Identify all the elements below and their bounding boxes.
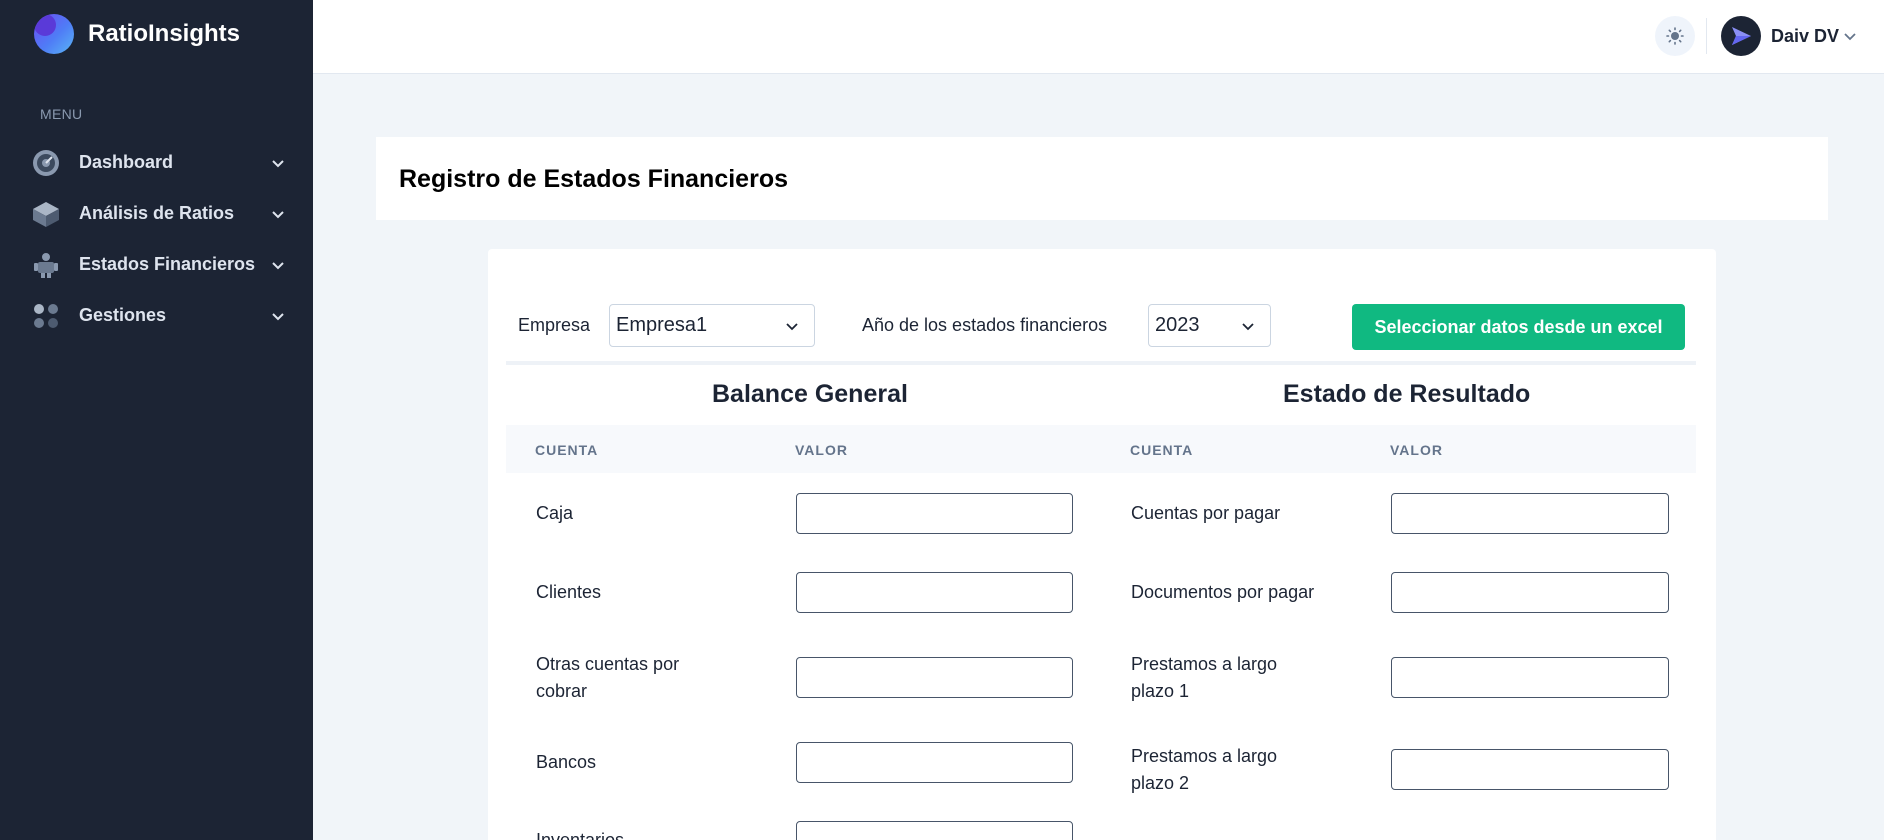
balance-valor-input[interactable] [796, 821, 1073, 840]
sidebar-item-analisis-de-ratios[interactable]: Análisis de Ratios [32, 188, 290, 239]
resultado-col-valor: VALOR [1390, 442, 1443, 458]
resultado-cuenta-label: Prestamos a largo plazo 1 [1131, 654, 1278, 701]
cube-icon [32, 200, 60, 228]
person-icon [32, 251, 60, 279]
resultado-valor-input[interactable] [1391, 749, 1669, 790]
estado-resultado-title: Estado de Resultado [1283, 380, 1531, 408]
resultado-cuenta-label: Cuentas por pagar [1131, 503, 1281, 523]
dashboard-icon [32, 149, 60, 177]
select-from-excel-button[interactable]: Seleccionar datos desde un excel [1352, 304, 1685, 350]
financial-statements-form: Empresa Empresa1 Año de los estados fina… [488, 249, 1716, 840]
balance-valor-input[interactable] [796, 657, 1073, 698]
sidebar-item-gestiones[interactable]: Gestiones [32, 290, 290, 341]
empresa-label: Empresa [518, 315, 591, 335]
anio-label: Año de los estados financieros [862, 315, 1108, 335]
user-name: Daiv DV [1771, 25, 1840, 46]
avatar [1721, 16, 1761, 56]
chevron-down-icon [1242, 323, 1254, 331]
resultado-cuenta-label: Documentos por pagar [1131, 582, 1315, 602]
brand-name: RatioInsights [88, 20, 241, 47]
resultado-valor-input[interactable] [1391, 657, 1669, 698]
balance-valor-input[interactable] [796, 572, 1073, 613]
balance-cuenta-label: Otras cuentas por cobrar [536, 654, 680, 701]
balance-col-cuenta: CUENTA [535, 442, 599, 458]
chevron-down-icon [272, 261, 284, 269]
page-title-card: Registro de Estados Financieros [376, 137, 1828, 220]
sidebar: RatioInsights MENU Dashboard Análisis de… [0, 0, 313, 840]
resultado-valor-input[interactable] [1391, 572, 1669, 613]
top-header: Daiv DV [313, 0, 1884, 74]
balance-cuenta-label: Caja [536, 503, 574, 523]
chevron-down-icon [1844, 33, 1856, 41]
sun-icon [1666, 27, 1684, 45]
resultado-col-cuenta: CUENTA [1130, 442, 1194, 458]
chevron-down-icon [272, 210, 284, 218]
theme-toggle-button[interactable] [1655, 16, 1695, 56]
user-menu[interactable]: Daiv DV [1721, 16, 1857, 56]
header-divider [1706, 18, 1707, 54]
balance-valor-input[interactable] [796, 742, 1073, 783]
balance-general-title: Balance General [712, 380, 908, 408]
table-header: CUENTA VALOR CUENTA VALOR [506, 425, 1696, 473]
anio-select-value: 2023 [1155, 314, 1200, 336]
brand[interactable]: RatioInsights [34, 14, 240, 54]
sidebar-item-label: Gestiones [79, 305, 167, 325]
chevron-down-icon [272, 312, 284, 320]
sidebar-item-dashboard[interactable]: Dashboard [32, 137, 290, 188]
balance-cuenta-label: Bancos [536, 752, 597, 772]
dots-grid-icon [32, 302, 60, 330]
balance-cuenta-label: Clientes [536, 582, 602, 602]
divider [506, 361, 1696, 365]
empresa-select-value: Empresa1 [616, 314, 708, 336]
chevron-down-icon [786, 323, 798, 331]
resultado-cuenta-label: Prestamos a largo plazo 2 [1131, 746, 1278, 793]
page-title: Registro de Estados Financieros [399, 165, 788, 193]
balance-valor-input[interactable] [796, 493, 1073, 534]
sidebar-nav: Dashboard Análisis de Ratios Estados Fin… [32, 137, 290, 341]
resultado-valor-input[interactable] [1391, 493, 1669, 534]
empresa-select[interactable]: Empresa1 [609, 304, 815, 347]
balance-cuenta-label: Inventarios [536, 830, 625, 840]
paper-plane-icon [1732, 27, 1751, 45]
anio-select[interactable]: 2023 [1148, 304, 1271, 347]
sidebar-item-label: Estados Financieros [79, 254, 256, 274]
sidebar-item-label: Análisis de Ratios [79, 203, 235, 223]
sidebar-item-label: Dashboard [79, 152, 174, 172]
brand-logo-icon [34, 14, 74, 54]
chevron-down-icon [272, 159, 284, 167]
balance-col-valor: VALOR [795, 442, 848, 458]
menu-heading: MENU [40, 106, 83, 122]
sidebar-item-estados-financieros[interactable]: Estados Financieros [32, 239, 290, 290]
